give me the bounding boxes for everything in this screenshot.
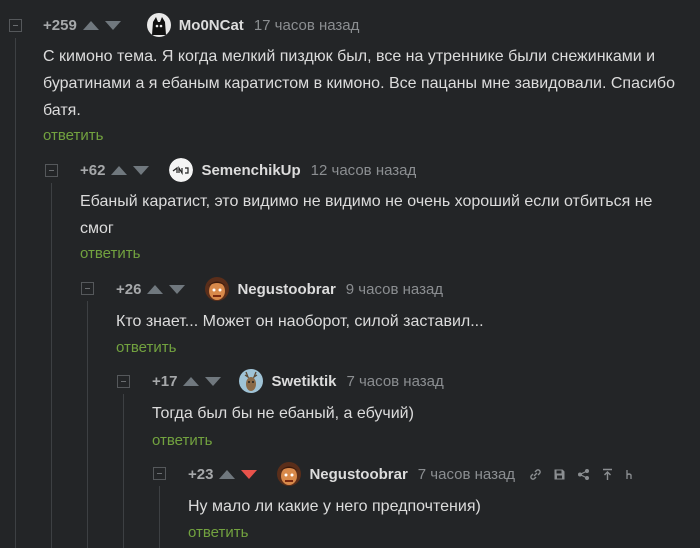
save-icon[interactable]: [553, 468, 566, 481]
comment-text: Ну мало ли какие у него предпочтения): [188, 498, 481, 515]
collapse-thread-button[interactable]: [117, 375, 130, 388]
downvote-icon[interactable]: [241, 469, 258, 479]
collapse-thread-button[interactable]: [45, 164, 58, 177]
link-icon[interactable]: [529, 468, 542, 481]
comment-time: 7 часов назад: [417, 465, 516, 483]
collapse-thread-button[interactable]: [81, 282, 94, 295]
comment-time: 9 часов назад: [345, 280, 444, 298]
collapse-thread-button[interactable]: [9, 19, 22, 32]
ing-logo-avatar-icon[interactable]: [169, 158, 194, 182]
collapse-thread-button[interactable]: [153, 467, 166, 480]
comment-text: Тогда был бы не ебаный, а ебучий): [152, 405, 414, 422]
cartoon-face-avatar-icon[interactable]: [277, 462, 302, 486]
upvote-icon[interactable]: [219, 469, 236, 479]
thread-line: [51, 183, 52, 548]
comment-author[interactable]: Mo0NCat: [179, 17, 244, 34]
thread-line: [87, 301, 88, 548]
comment-time: 12 часов назад: [310, 161, 417, 179]
comment-header: +23 Negustoobrar 7 часов назад: [188, 462, 645, 486]
comment-rating: +259: [43, 16, 77, 34]
comment-actions: [529, 468, 645, 481]
thread-line: [123, 394, 124, 548]
comment-time: 17 часов назад: [253, 16, 360, 34]
upvote-icon[interactable]: [147, 284, 164, 294]
downvote-icon[interactable]: [104, 20, 121, 30]
thread-line: [15, 38, 16, 548]
comment-header: +259 Mo0NCat 17 часов назад: [43, 13, 359, 37]
reply-button[interactable]: ответить: [152, 432, 212, 449]
cartoon-face-avatar-icon[interactable]: [205, 277, 230, 301]
comment-author[interactable]: SemenchikUp: [201, 162, 300, 179]
more-icon[interactable]: [625, 468, 634, 481]
comment-text: Ебаный каратист, это видимо не видимо не…: [80, 193, 653, 237]
downvote-icon[interactable]: [133, 165, 150, 175]
cat-avatar-icon[interactable]: [146, 13, 171, 37]
comment-rating: +26: [116, 280, 142, 298]
comment-text: С кимоно тема. Я когда мелкий пиздюк был…: [43, 48, 675, 119]
upvote-icon[interactable]: [82, 20, 99, 30]
comment-rating: +62: [80, 161, 106, 179]
upvote-icon[interactable]: [183, 376, 200, 386]
reply-button[interactable]: ответить: [43, 127, 103, 144]
comment-header: +17 Swetiktik 7 часов назад: [152, 369, 444, 393]
comment-rating: +17: [152, 372, 178, 390]
comment-author[interactable]: Swetiktik: [271, 373, 336, 390]
reply-button[interactable]: ответить: [116, 339, 176, 356]
comment-text: Кто знает... Может он наоборот, силой за…: [116, 313, 484, 330]
deer-avatar-icon[interactable]: [239, 369, 264, 393]
comment-rating: +23: [188, 465, 214, 483]
pin-icon[interactable]: [601, 468, 614, 481]
reply-button[interactable]: ответить: [80, 245, 140, 262]
comment-author[interactable]: Negustoobrar: [309, 466, 407, 483]
reply-button[interactable]: ответить: [188, 524, 248, 541]
comment-header: +26 Negustoobrar 9 часов назад: [116, 277, 443, 301]
thread-line: [159, 486, 160, 548]
comment-time: 7 часов назад: [346, 372, 444, 390]
comment-author[interactable]: Negustoobrar: [237, 281, 335, 298]
comment-header: +62 SemenchikUp 12 часов назад: [80, 158, 416, 182]
upvote-icon[interactable]: [111, 165, 128, 175]
share-icon[interactable]: [577, 468, 590, 481]
downvote-icon[interactable]: [205, 376, 222, 386]
downvote-icon[interactable]: [169, 284, 186, 294]
